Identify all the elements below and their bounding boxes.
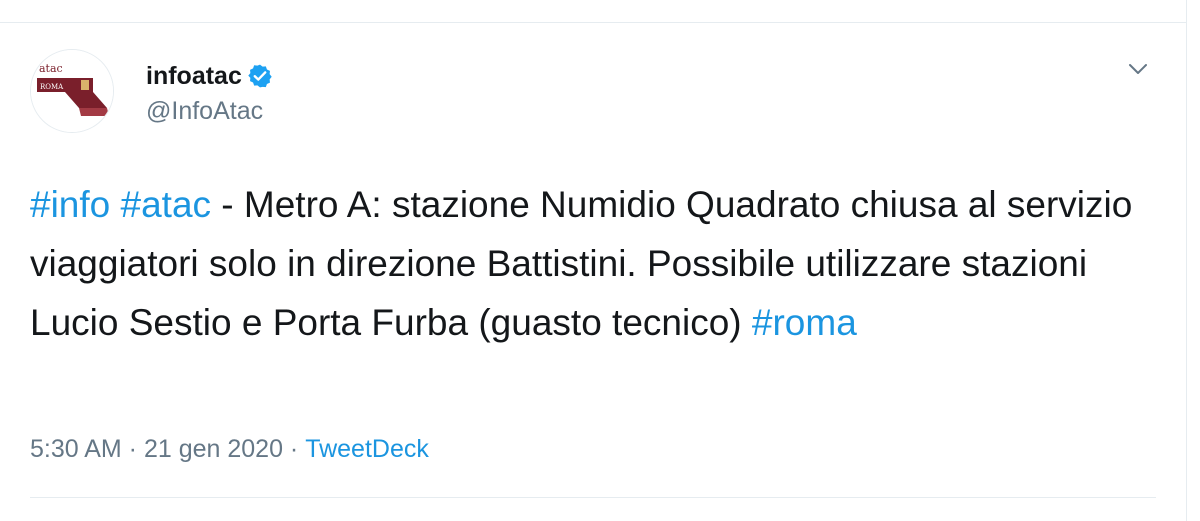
author-block: infoatac @InfoAtac [146, 61, 273, 126]
display-name[interactable]: infoatac [146, 62, 242, 91]
divider [30, 497, 1156, 498]
meta-separator: · [282, 435, 306, 463]
user-handle[interactable]: @InfoAtac [146, 97, 273, 126]
avatar[interactable]: atac ROMA [30, 49, 114, 133]
tweet-page: atac ROMA infoatac @InfoAtac #info #atac… [0, 0, 1200, 521]
tweet-source-link[interactable]: TweetDeck [305, 435, 429, 464]
tweet-card: atac ROMA infoatac @InfoAtac #info #atac… [0, 23, 1187, 521]
chevron-down-icon[interactable] [1126, 57, 1150, 81]
hashtag-roma[interactable]: #roma [752, 302, 857, 343]
verified-badge-icon [247, 63, 273, 89]
atac-logo-icon: atac ROMA [31, 50, 113, 132]
tweet-time[interactable]: 5:30 AM [30, 435, 122, 464]
name-row: infoatac [146, 61, 273, 91]
tweet-date[interactable]: 21 gen 2020 [144, 435, 283, 464]
hashtag-info[interactable]: #info [30, 184, 110, 225]
previous-item-border [0, 0, 1187, 23]
meta-separator: · [121, 435, 144, 463]
tweet-text: #info #atac - Metro A: stazione Numidio … [30, 175, 1160, 352]
logo-band-text: ROMA [40, 83, 64, 91]
logo-top-text: atac [39, 62, 63, 75]
tweet-meta: 5:30 AM · 21 gen 2020 · TweetDeck [30, 435, 429, 464]
hashtag-atac[interactable]: #atac [121, 184, 212, 225]
text-space [110, 184, 120, 225]
